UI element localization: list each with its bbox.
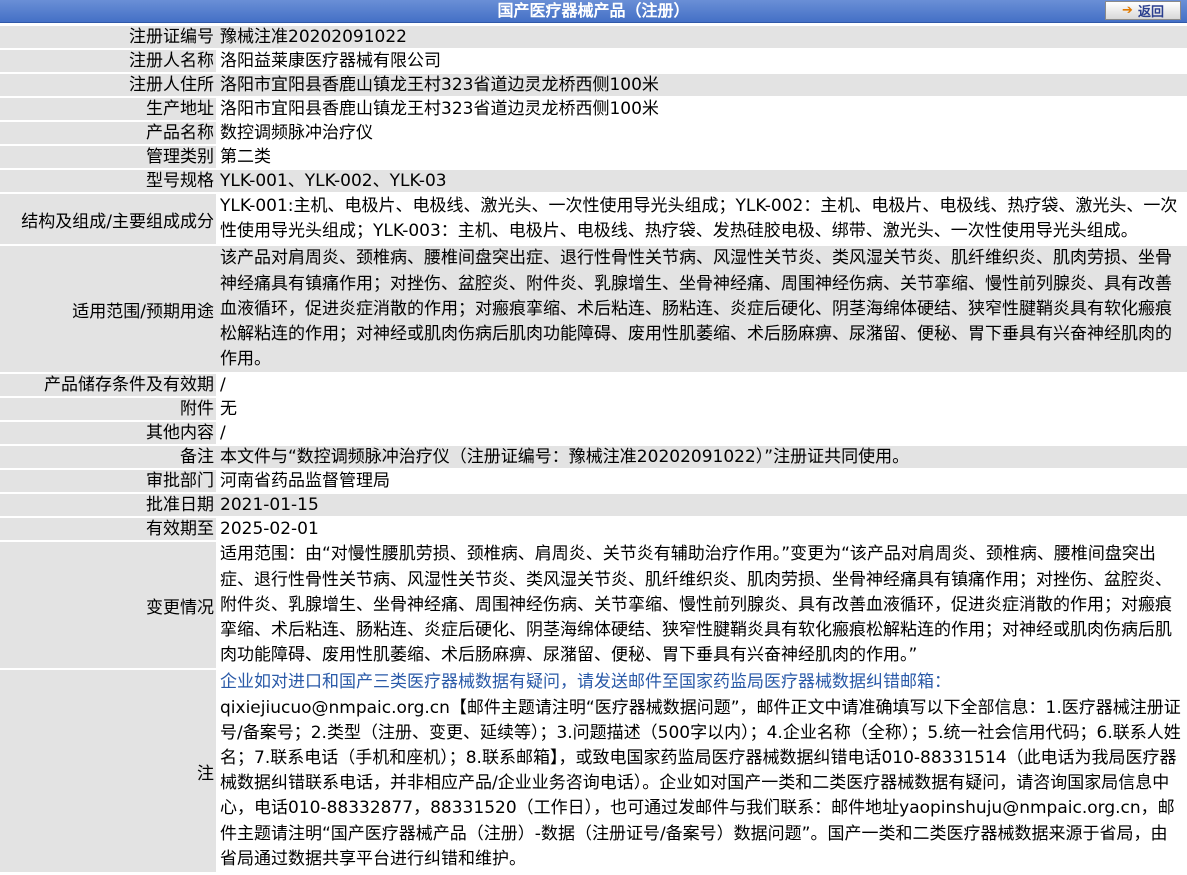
value-model-spec: YLK-001、YLK-002、YLK-03	[216, 170, 1187, 192]
detail-table: 注册证编号 豫械注准20202091022 注册人名称 洛阳益莱康医疗器械有限公…	[0, 24, 1187, 874]
row-reg-no: 注册证编号 豫械注准20202091022	[0, 26, 1187, 48]
value-storage: /	[216, 374, 1187, 397]
row-model-spec: 型号规格 YLK-001、YLK-002、YLK-03	[0, 170, 1187, 192]
label-reg-no: 注册证编号	[0, 26, 216, 48]
value-product-name: 数控调频脉冲治疗仪	[216, 122, 1187, 144]
value-intended-use: 该产品对肩周炎、颈椎病、腰椎间盘突出症、退行性骨性关节病、风湿性关节炎、类风湿关…	[216, 246, 1187, 373]
label-structure: 结构及组成/主要组成成分	[0, 194, 216, 245]
row-approval-dept: 审批部门 河南省药品监督管理局	[0, 470, 1187, 493]
row-intended-use: 适用范围/预期用途 该产品对肩周炎、颈椎病、腰椎间盘突出症、退行性骨性关节病、风…	[0, 246, 1187, 373]
label-production-address: 生产地址	[0, 98, 216, 120]
value-changes: 适用范围：由“对慢性腰肌劳损、颈椎病、肩周炎、关节炎有辅助治疗作用。”变更为“该…	[216, 542, 1187, 669]
label-approval-date: 批准日期	[0, 494, 216, 517]
page-title: 国产医疗器械产品（注册）	[497, 1, 690, 20]
value-registrant-name: 洛阳益莱康医疗器械有限公司	[216, 50, 1187, 72]
value-structure: YLK-001:主机、电极片、电极线、激光头、一次性使用导光头组成；YLK-00…	[216, 194, 1187, 245]
row-management-class: 管理类别 第二类	[0, 146, 1187, 168]
row-registrant-address: 注册人住所 洛阳市宜阳县香鹿山镇龙王村323省道边灵龙桥西侧100米	[0, 74, 1187, 96]
label-valid-until: 有效期至	[0, 518, 216, 541]
value-approval-date: 2021-01-15	[216, 494, 1187, 517]
label-storage: 产品储存条件及有效期	[0, 374, 216, 397]
row-other: 其他内容 /	[0, 422, 1187, 445]
value-remark: 本文件与“数控调频脉冲治疗仪（注册证编号：豫械注准20202091022）”注册…	[216, 446, 1187, 469]
note-notice: 企业如对进口和国产三类医疗器械数据有疑问，请发送邮件至国家药监局医疗器械数据纠错…	[220, 672, 951, 693]
row-production-address: 生产地址 洛阳市宜阳县香鹿山镇龙王村323省道边灵龙桥西侧100米	[0, 98, 1187, 120]
row-changes: 变更情况 适用范围：由“对慢性腰肌劳损、颈椎病、肩周炎、关节炎有辅助治疗作用。”…	[0, 542, 1187, 669]
back-label: 返回	[1137, 5, 1164, 20]
row-storage: 产品储存条件及有效期 /	[0, 374, 1187, 397]
value-approval-dept: 河南省药品监督管理局	[216, 470, 1187, 493]
row-attachment: 附件 无	[0, 398, 1187, 421]
value-registrant-address: 洛阳市宜阳县香鹿山镇龙王村323省道边灵龙桥西侧100米	[216, 74, 1187, 96]
note-body: qixiejiucuo@nmpaic.org.cn【邮件主题请注明“医疗器械数据…	[220, 697, 1181, 869]
label-other: 其他内容	[0, 422, 216, 445]
row-remark: 备注 本文件与“数控调频脉冲治疗仪（注册证编号：豫械注准20202091022）…	[0, 446, 1187, 469]
label-registrant-address: 注册人住所	[0, 74, 216, 96]
row-product-name: 产品名称 数控调频脉冲治疗仪	[0, 122, 1187, 144]
label-approval-dept: 审批部门	[0, 470, 216, 493]
value-production-address: 洛阳市宜阳县香鹿山镇龙王村323省道边灵龙桥西侧100米	[216, 98, 1187, 120]
row-registrant-name: 注册人名称 洛阳益莱康医疗器械有限公司	[0, 50, 1187, 72]
row-note: 注 企业如对进口和国产三类医疗器械数据有疑问，请发送邮件至国家药监局医疗器械数据…	[0, 670, 1187, 873]
label-attachment: 附件	[0, 398, 216, 421]
label-note: 注	[0, 670, 216, 873]
row-valid-until: 有效期至 2025-02-01	[0, 518, 1187, 541]
label-product-name: 产品名称	[0, 122, 216, 144]
back-button[interactable]: ➔ 返回	[1105, 1, 1181, 20]
value-valid-until: 2025-02-01	[216, 518, 1187, 541]
value-reg-no: 豫械注准20202091022	[216, 26, 1187, 48]
value-attachment: 无	[216, 398, 1187, 421]
label-changes: 变更情况	[0, 542, 216, 669]
label-model-spec: 型号规格	[0, 170, 216, 192]
value-management-class: 第二类	[216, 146, 1187, 168]
row-approval-date: 批准日期 2021-01-15	[0, 494, 1187, 517]
page-header: 国产医疗器械产品（注册） ➔ 返回	[0, 0, 1187, 23]
row-structure: 结构及组成/主要组成成分 YLK-001:主机、电极片、电极线、激光头、一次性使…	[0, 194, 1187, 245]
label-remark: 备注	[0, 446, 216, 469]
label-management-class: 管理类别	[0, 146, 216, 168]
arrow-right-icon: ➔	[1122, 3, 1133, 18]
value-note: 企业如对进口和国产三类医疗器械数据有疑问，请发送邮件至国家药监局医疗器械数据纠错…	[216, 670, 1187, 873]
label-registrant-name: 注册人名称	[0, 50, 216, 72]
label-intended-use: 适用范围/预期用途	[0, 246, 216, 373]
value-other: /	[216, 422, 1187, 445]
